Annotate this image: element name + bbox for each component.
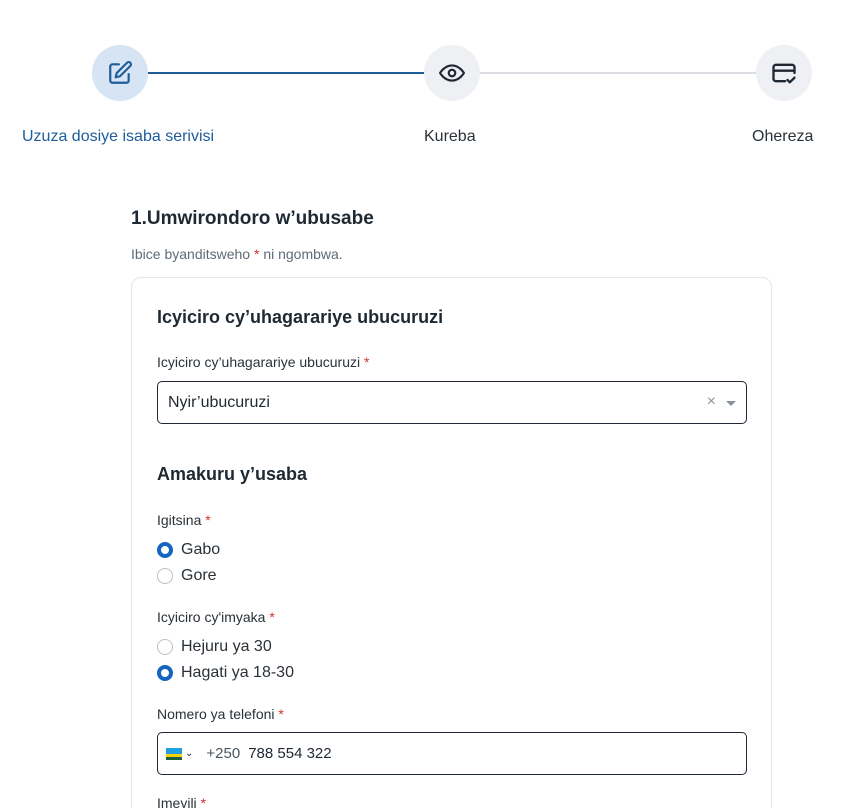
required-star: *	[205, 512, 211, 528]
phone-label-text: Nomero ya telefoni	[157, 706, 275, 722]
age-option-18-30[interactable]: Hagati ya 18-30	[157, 664, 294, 682]
required-note-prefix: Ibice byanditsweho	[131, 246, 251, 262]
category-select-value: Nyir’ubucuruzi	[168, 393, 270, 411]
stepper: Uzuza dosiye isaba serivisi Kureba Ohere…	[0, 0, 852, 160]
step-2-circle[interactable]	[424, 45, 480, 101]
step-connector-complete	[148, 72, 424, 74]
required-note-suffix: ni ngombwa.	[263, 246, 343, 262]
step-3-label[interactable]: Ohereza	[752, 128, 813, 146]
step-1-circle[interactable]	[92, 45, 148, 101]
radio-label[interactable]: Hagati ya 18-30	[181, 664, 294, 682]
radio-button-checked[interactable]	[157, 665, 173, 681]
radio-button[interactable]	[157, 639, 173, 655]
step-connector-pending	[480, 72, 756, 74]
email-field-label: Imeyili *	[157, 795, 206, 808]
age-option-over-30[interactable]: Hejuru ya 30	[157, 638, 272, 656]
gender-option-gabo[interactable]: Gabo	[157, 541, 220, 559]
required-star: *	[200, 795, 207, 808]
applicant-heading: Amakuru y’usaba	[157, 464, 308, 484]
phone-field-label: Nomero ya telefoni *	[157, 706, 284, 722]
chevron-down-icon[interactable]	[726, 401, 736, 406]
category-heading: Icyiciro cy’uhagarariye ubucuruzi	[157, 307, 444, 327]
radio-button[interactable]	[157, 568, 173, 584]
category-select[interactable]: Nyir’ubucuruzi ×	[157, 381, 747, 424]
radio-label[interactable]: Gore	[181, 567, 217, 585]
required-star: *	[363, 354, 370, 370]
required-star: *	[278, 706, 284, 722]
card-check-icon	[772, 63, 796, 84]
radio-label[interactable]: Gabo	[181, 541, 220, 559]
eye-icon	[439, 64, 465, 82]
rwanda-flag-icon[interactable]	[166, 747, 182, 760]
gender-option-gore[interactable]: Gore	[157, 567, 217, 585]
phone-number-value[interactable]: 788 554 322	[248, 745, 331, 762]
edit-icon	[109, 61, 132, 84]
phone-input[interactable]: ⌄ +250 788 554 322	[157, 732, 747, 775]
gender-label-text: Igitsina	[157, 512, 202, 528]
section-title: 1.Umwirondoro w’ubusabe	[131, 208, 374, 229]
required-star: *	[269, 609, 275, 625]
age-label-text: Icyiciro cy'imyaka	[157, 609, 266, 625]
age-field-label: Icyiciro cy'imyaka *	[157, 609, 275, 625]
step-3-circle[interactable]	[756, 45, 812, 101]
required-note: Ibice byanditsweho * ni ngombwa.	[131, 246, 343, 262]
category-label-text: Icyiciro cy’uhagarariye ubucuruzi	[157, 354, 361, 370]
dial-code: +250	[206, 745, 241, 762]
step-1-label[interactable]: Uzuza dosiye isaba serivisi	[22, 128, 214, 146]
clear-icon[interactable]: ×	[707, 393, 716, 411]
radio-button-checked[interactable]	[157, 542, 173, 558]
email-label-text: Imeyili	[157, 795, 197, 808]
step-2-label[interactable]: Kureba	[424, 128, 476, 146]
required-star: *	[253, 246, 260, 262]
country-chevron-icon[interactable]: ⌄	[185, 748, 193, 759]
category-field-label: Icyiciro cy’uhagarariye ubucuruzi *	[157, 354, 369, 370]
gender-field-label: Igitsina *	[157, 512, 211, 528]
radio-label[interactable]: Hejuru ya 30	[181, 638, 272, 656]
